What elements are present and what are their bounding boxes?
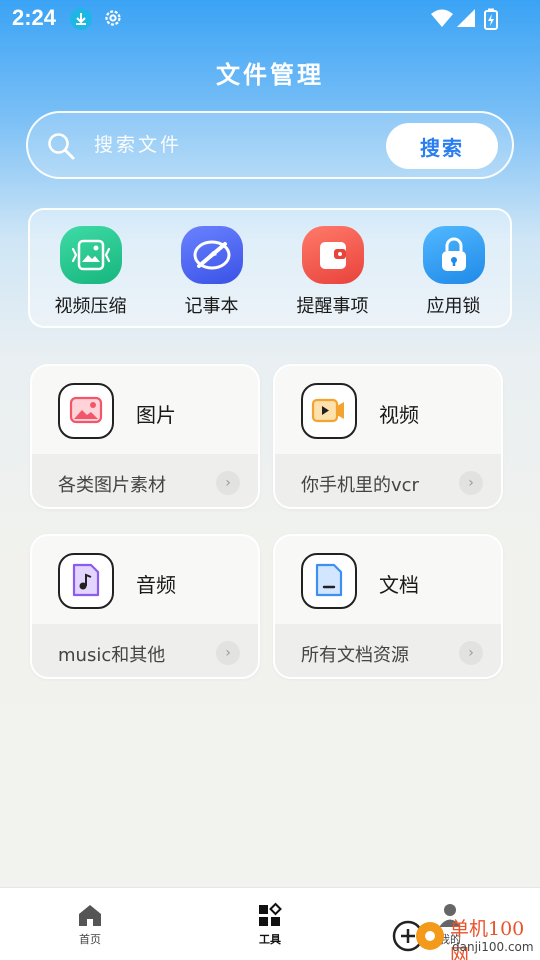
quick-tool-reminder[interactable]: 提醒事项 bbox=[272, 226, 393, 322]
category-subtitle: 你手机里的vcr bbox=[301, 475, 419, 496]
notepad-icon bbox=[180, 226, 243, 284]
nav-label: 工具 bbox=[259, 933, 281, 946]
category-subtitle: music和其他 bbox=[58, 645, 166, 666]
download-icon bbox=[70, 8, 92, 30]
category-card-audio[interactable]: 音频 music和其他 › bbox=[30, 534, 260, 679]
video-icon bbox=[301, 383, 357, 439]
quick-tool-video-compress[interactable]: 视频压缩 bbox=[30, 226, 151, 322]
category-subtitle: 所有文档资源 bbox=[301, 645, 409, 666]
quick-tools-panel: 视频压缩 记事本 提醒事项 应用锁 bbox=[28, 208, 512, 328]
home-icon bbox=[77, 902, 103, 928]
quick-tool-label: 应用锁 bbox=[426, 296, 481, 317]
chevron-right-icon: › bbox=[216, 641, 240, 665]
app-lock-icon bbox=[422, 226, 485, 284]
search-icon bbox=[46, 131, 76, 161]
image-icon bbox=[58, 383, 114, 439]
chevron-right-icon: › bbox=[459, 641, 483, 665]
tools-icon bbox=[257, 902, 283, 928]
category-title: 文档 bbox=[379, 573, 419, 597]
reminder-icon bbox=[301, 226, 364, 284]
watermark-logo: 单机100网 danji100.com bbox=[390, 912, 540, 960]
category-title: 音频 bbox=[136, 573, 176, 597]
signal-icon bbox=[456, 8, 476, 32]
quick-tool-label: 视频压缩 bbox=[54, 296, 127, 317]
category-title: 图片 bbox=[136, 403, 176, 427]
category-card-images[interactable]: 图片 各类图片素材 › bbox=[30, 364, 260, 509]
page-title: 文件管理 bbox=[216, 61, 324, 89]
nav-item-home[interactable]: 首页 bbox=[60, 902, 120, 947]
nav-item-tools[interactable]: 工具 bbox=[240, 902, 300, 947]
battery-icon bbox=[484, 8, 498, 34]
video-compress-icon bbox=[59, 226, 122, 284]
search-input[interactable] bbox=[94, 127, 374, 163]
quick-tool-label: 记事本 bbox=[184, 296, 239, 317]
search-bar: 搜索 bbox=[26, 111, 514, 179]
category-card-documents[interactable]: 文档 所有文档资源 › bbox=[273, 534, 503, 679]
quick-tool-label: 提醒事项 bbox=[296, 296, 369, 317]
gear-icon bbox=[102, 7, 124, 29]
nav-label: 首页 bbox=[79, 933, 101, 946]
audio-icon bbox=[58, 553, 114, 609]
category-title: 视频 bbox=[379, 403, 419, 427]
category-card-videos[interactable]: 视频 你手机里的vcr › bbox=[273, 364, 503, 509]
search-button[interactable]: 搜索 bbox=[386, 123, 498, 169]
quick-tool-notepad[interactable]: 记事本 bbox=[151, 226, 272, 322]
chevron-right-icon: › bbox=[216, 471, 240, 495]
status-bar: 2:24 bbox=[0, 0, 540, 38]
category-subtitle: 各类图片素材 bbox=[58, 475, 166, 496]
status-time: 2:24 bbox=[12, 5, 57, 30]
chevron-right-icon: › bbox=[459, 471, 483, 495]
wifi-icon bbox=[430, 8, 454, 32]
quick-tool-app-lock[interactable]: 应用锁 bbox=[393, 226, 514, 322]
watermark-url: danji100.com bbox=[452, 940, 534, 954]
watermark-icon bbox=[392, 920, 444, 952]
document-icon bbox=[301, 553, 357, 609]
